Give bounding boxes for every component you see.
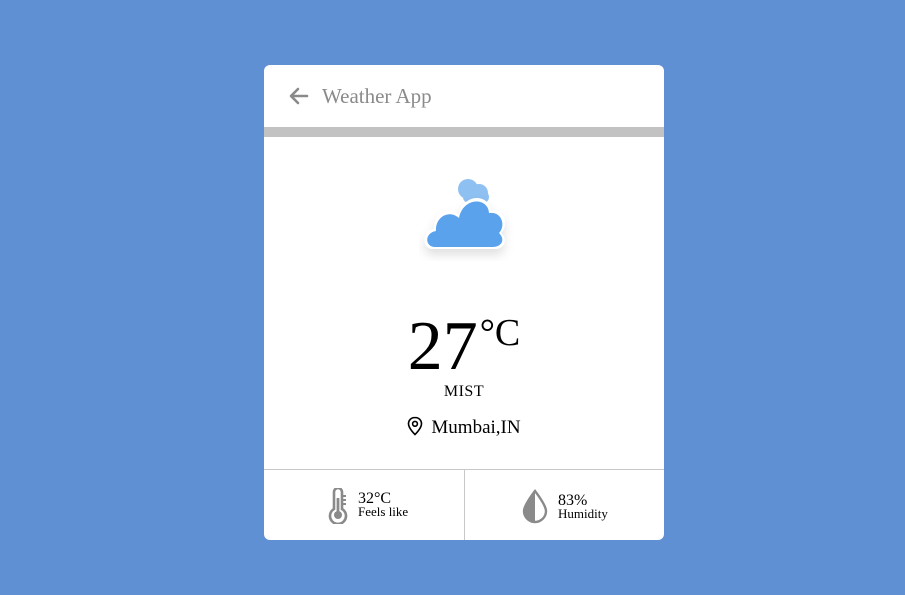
header-divider [264,127,664,137]
back-button[interactable] [288,85,310,107]
weather-card: Weather App 27°C MIST Mumbai,IN 32°C Fee… [264,65,664,540]
humidity-stat: 83% Humidity [464,470,664,540]
feels-like-stat: 32°C Feels like [264,470,464,540]
stats-row: 32°C Feels like 83% Humidity [264,469,664,540]
location-text: Mumbai,IN [431,417,521,438]
thermometer-icon [324,486,352,526]
weather-condition: MIST [443,383,485,400]
cloudy-icon [419,171,519,261]
humidity-label: Humidity [558,506,608,521]
location: Mumbai,IN [264,416,664,439]
arrow-left-icon [289,87,309,105]
temperature-unit: °C [479,312,521,354]
location-pin-icon [407,416,423,436]
app-header: Weather App [264,65,664,127]
app-title: Weather App [322,84,432,108]
feels-like-label: Feels like [358,504,409,519]
droplet-icon [521,488,549,524]
temperature-value: 27 [407,308,478,385]
temperature-display: 27°C [264,311,664,383]
